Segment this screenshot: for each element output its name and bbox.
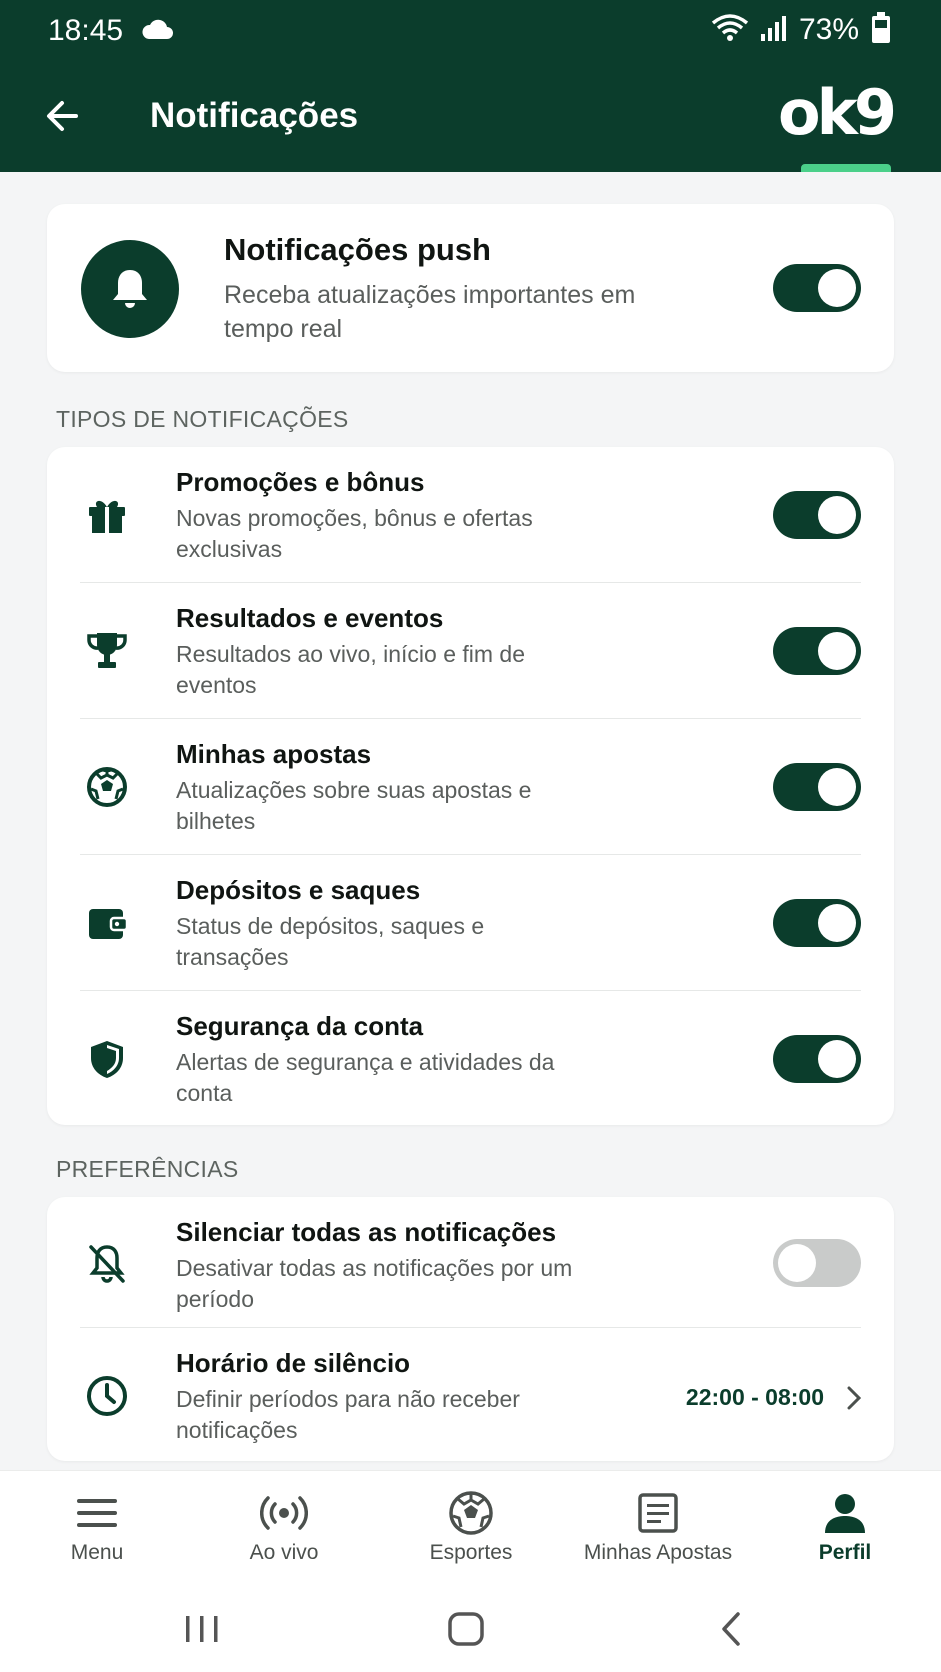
soccer-ball-icon (447, 1489, 495, 1537)
push-title: Notificações push (224, 232, 491, 267)
list-item-results[interactable]: Resultados e eventos Resultados ao vivo,… (47, 583, 894, 719)
preferences-card: Silenciar todas as notificações Desativa… (47, 1197, 894, 1461)
list-item-title: Horário de silêncio (176, 1348, 411, 1378)
toggle-results[interactable] (773, 627, 861, 675)
list-item-description: Novas promoções, bônus e ofertas exclusi… (176, 505, 533, 562)
list-item-description: Resultados ao vivo, início e fim de even… (176, 641, 526, 698)
toggle-mute-all[interactable] (773, 1239, 861, 1287)
cloud-icon (140, 18, 174, 45)
app-header: 18:45 73% Notificações ok9 (0, 0, 941, 172)
list-item-description: Atualizações sobre suas apostas e bilhet… (176, 777, 532, 834)
nav-item-my-bets[interactable]: Minhas Apostas (564, 1471, 752, 1589)
back-button[interactable] (42, 96, 82, 136)
battery-icon (871, 11, 891, 49)
section-label-types: TIPOS DE NOTIFICAÇÕES (56, 406, 349, 432)
recent-apps-icon (186, 1616, 218, 1642)
bottom-navigation: Menu Ao vivo Esportes Minhas Apostas Per… (0, 1470, 941, 1588)
system-navigation-bar (0, 1588, 941, 1672)
arrow-left-icon (47, 101, 78, 131)
signal-icon (759, 14, 789, 47)
toggle-my-bets[interactable] (773, 763, 861, 811)
nav-item-menu[interactable]: Menu (3, 1471, 191, 1589)
list-item-promotions[interactable]: Promoções e bônus Novas promoções, bônus… (47, 447, 894, 583)
section-label-preferences: PREFERÊNCIAS (56, 1156, 239, 1182)
nav-label: Perfil (818, 1541, 872, 1564)
list-item-description: Status de depósitos, saques e transações (176, 913, 485, 970)
live-broadcast-icon (260, 1489, 308, 1537)
list-item-my-bets[interactable]: Minhas apostas Atualizações sobre suas a… (47, 719, 894, 855)
list-item-description: Definir períodos para não receber notifi… (176, 1386, 520, 1443)
home-icon (448, 1612, 484, 1646)
list-item-title: Depósitos e saques (176, 875, 421, 905)
battery-percent: 73% (798, 13, 859, 46)
toggle-knob (818, 496, 856, 534)
chevron-left-icon (722, 1612, 740, 1646)
quiet-hours-value: 22:00 - 08:00 (685, 1384, 824, 1410)
soccer-ball-icon (83, 763, 131, 811)
bell-badge (81, 240, 179, 338)
list-item-deposits[interactable]: Depósitos e saques Status de depósitos, … (47, 855, 894, 991)
home-button[interactable] (444, 1608, 488, 1652)
list-item-title: Resultados e eventos (176, 603, 444, 633)
toggle-security[interactable] (773, 1035, 861, 1083)
page-title: Notificações (150, 96, 359, 135)
toggle-knob (818, 904, 856, 942)
app-bar: Notificações ok9 (0, 62, 941, 172)
system-back-button[interactable] (710, 1608, 754, 1652)
status-time: 18:45 (48, 14, 124, 47)
nav-label: Esportes (429, 1541, 513, 1564)
user-icon (821, 1489, 869, 1537)
list-item-title: Minhas apostas (176, 739, 372, 769)
shield-icon (83, 1035, 131, 1083)
nav-label: Ao vivo (249, 1541, 319, 1564)
chevron-right-icon (844, 1384, 864, 1417)
nav-label: Minhas Apostas (583, 1541, 733, 1564)
wallet-icon (83, 899, 131, 947)
nav-item-live[interactable]: Ao vivo (190, 1471, 378, 1589)
list-item-description: Desativar todas as notificações por um p… (176, 1255, 573, 1312)
list-item-mute-all[interactable]: Silenciar todas as notificações Desativa… (47, 1197, 894, 1328)
list-item-security[interactable]: Segurança da conta Alertas de segurança … (47, 991, 894, 1127)
list-item-title: Segurança da conta (176, 1011, 424, 1041)
clock-icon (83, 1372, 131, 1420)
toggle-deposits[interactable] (773, 899, 861, 947)
notification-types-card: Promoções e bônus Novas promoções, bônus… (47, 447, 894, 1125)
trophy-icon (83, 627, 131, 675)
nav-label: Menu (70, 1541, 124, 1564)
toggle-promotions[interactable] (773, 491, 861, 539)
list-item-title: Silenciar todas as notificações (176, 1217, 557, 1247)
wifi-icon (711, 13, 749, 48)
toggle-knob (778, 1244, 816, 1282)
ticket-icon (634, 1489, 682, 1537)
toggle-knob (818, 768, 856, 806)
status-bar: 18:45 73% (0, 0, 941, 62)
menu-icon (73, 1489, 121, 1537)
nav-item-profile[interactable]: Perfil (751, 1471, 939, 1589)
bell-off-icon (83, 1239, 131, 1287)
toggle-knob (818, 632, 856, 670)
push-notifications-card: Notificações push Receba atualizações im… (47, 204, 894, 372)
recent-apps-button[interactable] (180, 1608, 224, 1652)
list-item-title: Promoções e bônus (176, 467, 425, 497)
logo-accent-bar (801, 164, 891, 172)
toggle-knob (818, 269, 856, 307)
bell-icon (113, 270, 147, 308)
toggle-knob (818, 1040, 856, 1078)
status-indicators: 73% (711, 11, 891, 49)
nav-item-sports[interactable]: Esportes (377, 1471, 565, 1589)
list-item-quiet-hours[interactable]: Horário de silêncio Definir períodos par… (47, 1328, 894, 1461)
brand-logo: ok9 (778, 76, 897, 149)
push-description: Receba atualizações importantes em tempo… (224, 281, 636, 343)
gift-icon (83, 491, 131, 539)
list-item-description: Alertas de segurança e atividades da con… (176, 1049, 555, 1106)
push-toggle[interactable] (773, 264, 861, 312)
